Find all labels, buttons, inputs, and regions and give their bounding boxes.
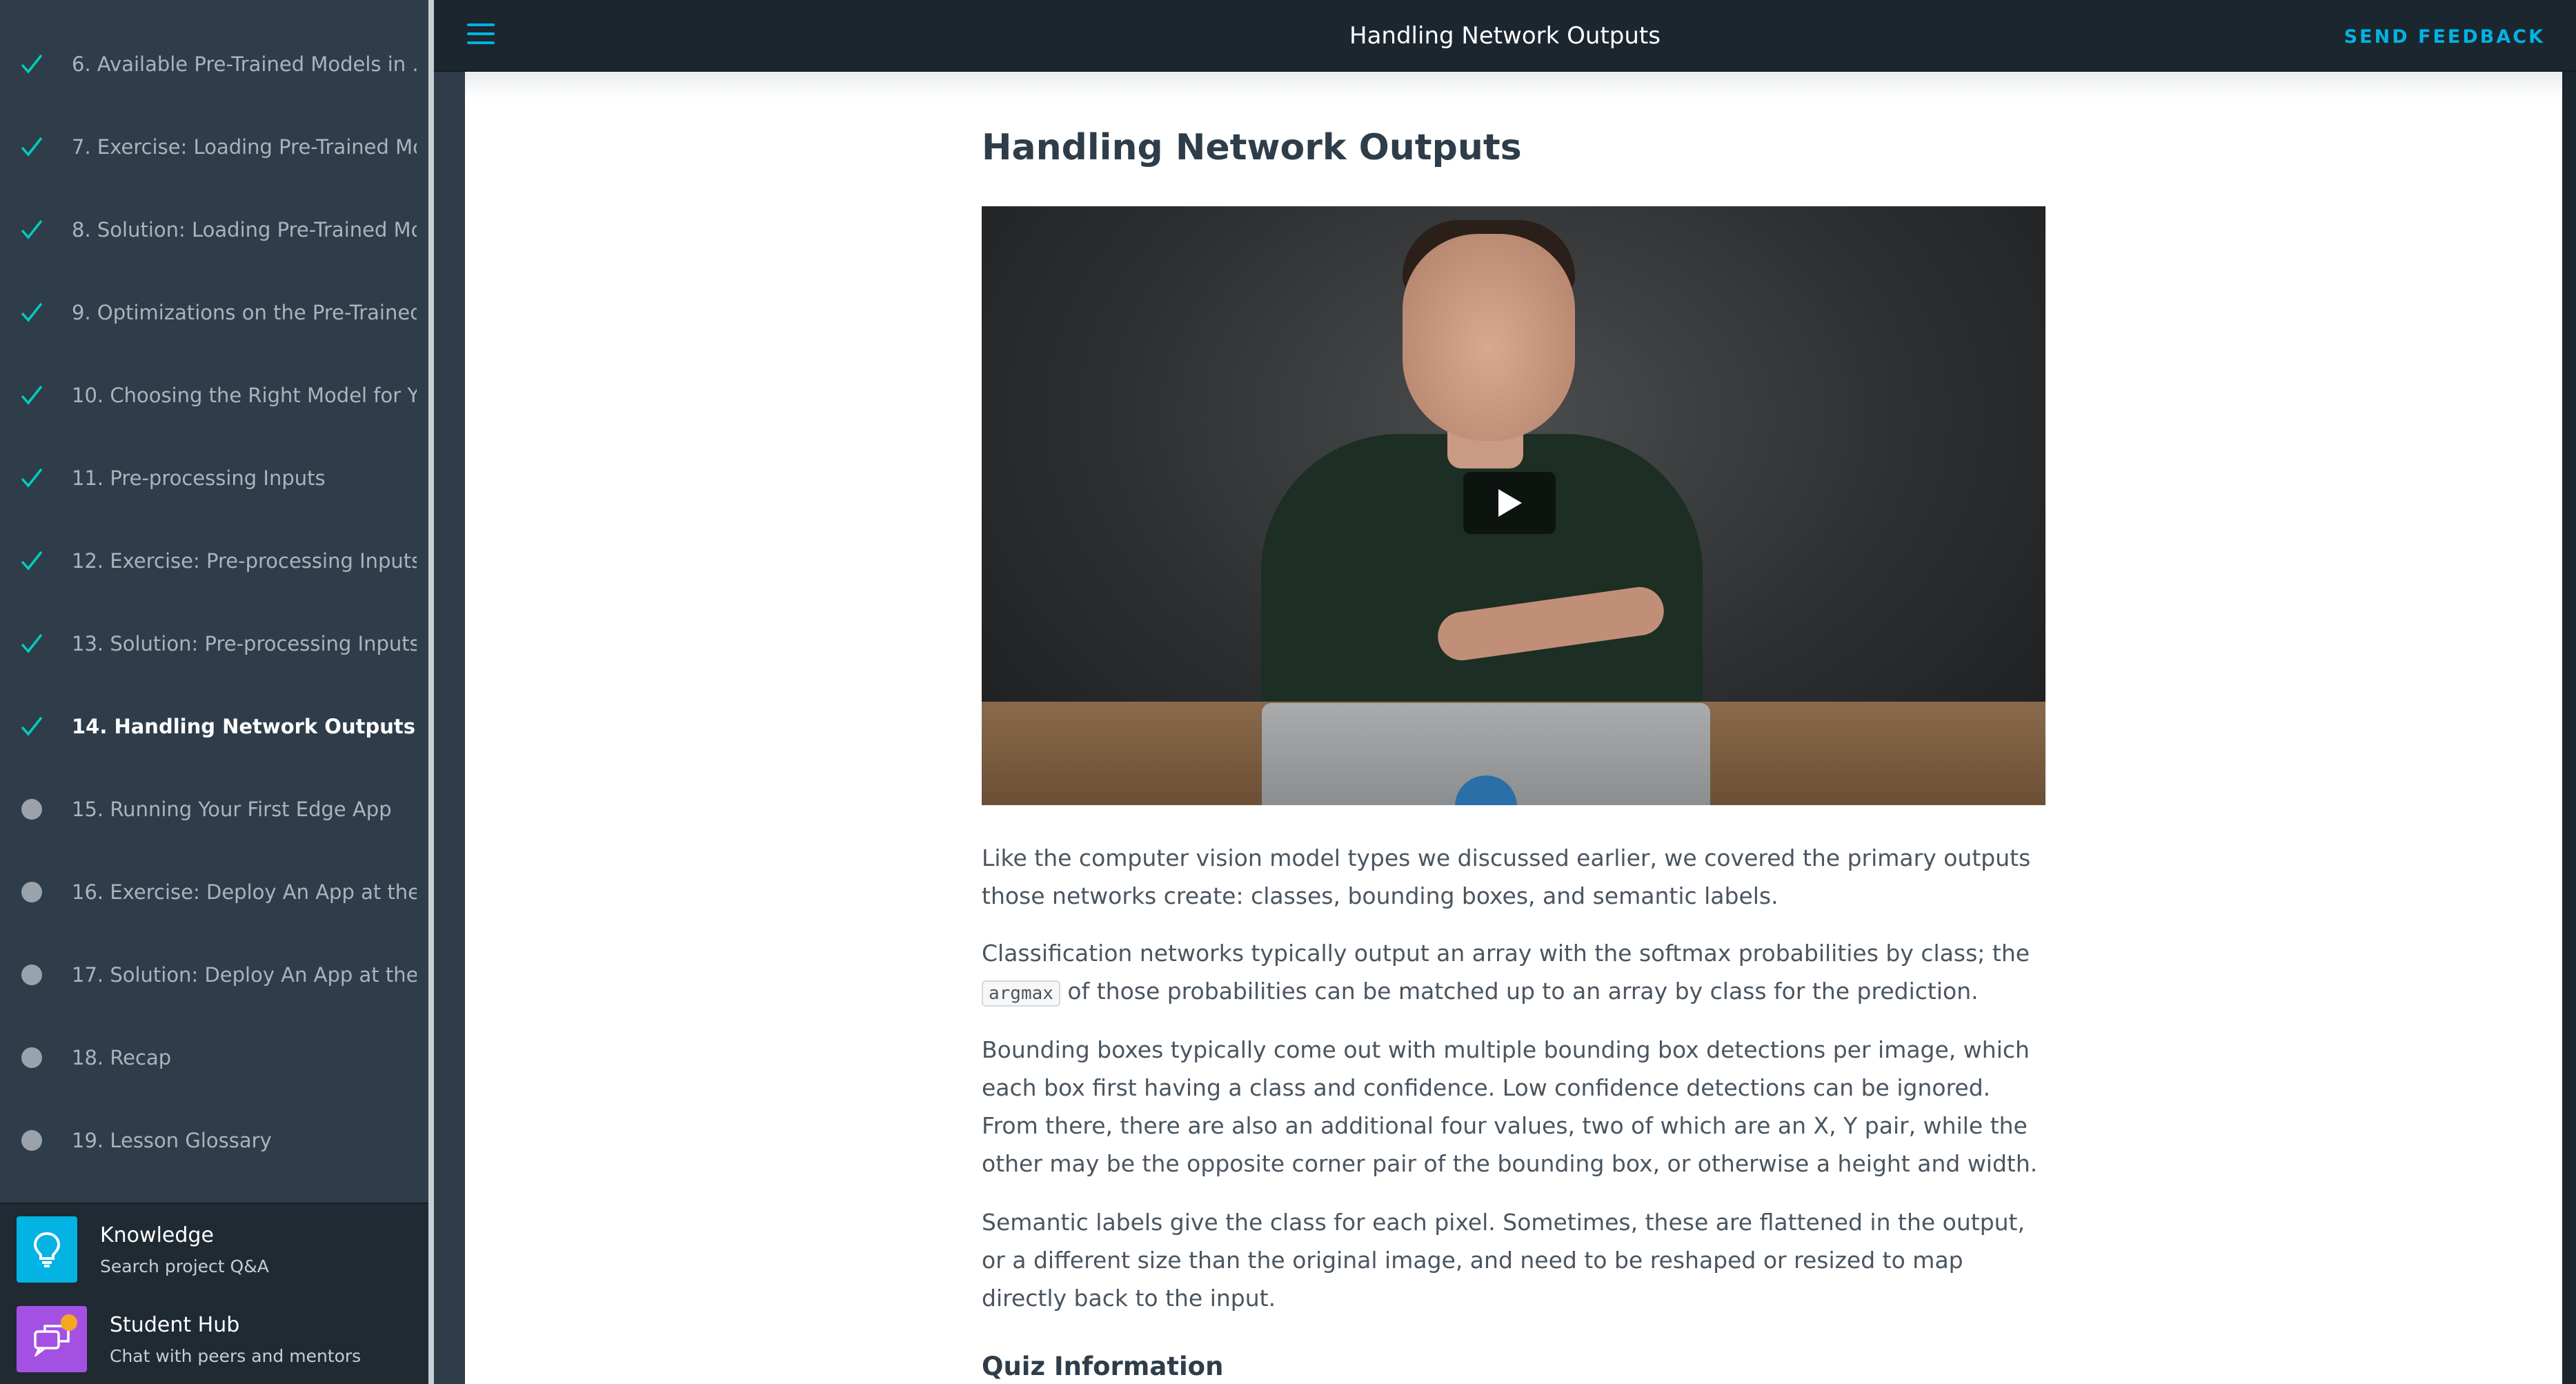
argmax-code: argmax — [982, 980, 1060, 1007]
lesson-item[interactable]: 7. Exercise: Loading Pre-Trained Mo... — [0, 106, 428, 188]
sidebar-scrollbar[interactable] — [428, 0, 434, 1384]
knowledge-title: Knowledge — [100, 1223, 214, 1247]
quiz-information-heading: Quiz Information — [982, 1352, 1224, 1381]
paragraph-classification: Classification networks typically output… — [982, 934, 2045, 1013]
incomplete-dot-icon — [18, 1044, 46, 1071]
checkmark-icon — [18, 713, 46, 740]
lesson-item-label: 18. Recap — [72, 1046, 172, 1069]
incomplete-dot-icon — [18, 795, 46, 823]
sidebar-gutter — [434, 0, 465, 1384]
lesson-item-label: 15. Running Your First Edge App — [72, 798, 392, 821]
checkmark-icon — [18, 547, 46, 575]
lesson-item-label: 19. Lesson Glossary — [72, 1129, 272, 1152]
lesson-item[interactable]: 8. Solution: Loading Pre-Trained Mo... — [0, 188, 428, 271]
lesson-item[interactable]: 9. Optimizations on the Pre-Trained... — [0, 271, 428, 354]
paragraph-bounding-boxes: Bounding boxes typically come out with m… — [982, 1036, 2038, 1177]
page-title: Handling Network Outputs — [982, 127, 1522, 168]
paragraph-classification-text-1: Classification networks typically output… — [982, 940, 2030, 967]
laptop — [1262, 703, 1710, 805]
send-feedback-button[interactable]: SEND FEEDBACK — [2344, 26, 2545, 48]
checkmark-icon — [18, 630, 46, 658]
checkmark-icon — [18, 382, 46, 409]
header-shadow — [465, 72, 2562, 99]
incomplete-dot-icon — [18, 1127, 46, 1154]
lesson-item[interactable]: 10. Choosing the Right Model for Y... — [0, 354, 428, 437]
notification-dot — [61, 1314, 77, 1331]
top-bar: Handling Network Outputs SEND FEEDBACK — [434, 0, 2576, 72]
paragraph-classification-text-2: of those probabilities can be matched up… — [1060, 978, 1979, 1005]
checkmark-icon — [18, 464, 46, 492]
play-button[interactable] — [1463, 472, 1556, 534]
checkmark-icon — [18, 133, 46, 161]
play-icon — [1498, 489, 1522, 517]
lightbulb-icon — [17, 1216, 77, 1283]
chat-bubbles-icon — [17, 1306, 87, 1372]
lesson-item[interactable]: 14. Handling Network Outputs — [0, 685, 428, 768]
hub-title: Student Hub — [110, 1313, 240, 1337]
incomplete-dot-icon — [18, 878, 46, 906]
lesson-item-label: 11. Pre-processing Inputs — [72, 466, 326, 490]
lesson-item[interactable]: 17. Solution: Deploy An App at the ... — [0, 933, 428, 1016]
lesson-item-label: 16. Exercise: Deploy An App at the ... — [72, 880, 417, 904]
lesson-item[interactable]: 13. Solution: Pre-processing Inputs — [0, 602, 428, 685]
lesson-item-label: 10. Choosing the Right Model for Y... — [72, 384, 417, 407]
incomplete-dot-icon — [18, 961, 46, 989]
knowledge-link[interactable]: Knowledge Search project Q&A — [17, 1216, 417, 1289]
lesson-item[interactable]: 16. Exercise: Deploy An App at the ... — [0, 851, 428, 933]
lesson-item[interactable]: 15. Running Your First Edge App — [0, 768, 428, 851]
lesson-item-label: 9. Optimizations on the Pre-Trained... — [72, 301, 417, 324]
lesson-item-label: 12. Exercise: Pre-processing Inputs — [72, 549, 417, 573]
main-content: Handling Network Outputs Like the comput… — [465, 72, 2562, 1384]
checkmark-icon — [18, 299, 46, 326]
paragraph-outputs: Like the computer vision model types we … — [982, 844, 2031, 909]
paragraph-semantic-labels: Semantic labels give the class for each … — [982, 1209, 2025, 1312]
presenter-head — [1403, 234, 1575, 441]
lesson-item-label: 7. Exercise: Loading Pre-Trained Mo... — [72, 135, 417, 159]
lesson-item[interactable]: 18. Recap — [0, 1016, 428, 1099]
lesson-item[interactable]: 12. Exercise: Pre-processing Inputs — [0, 520, 428, 602]
lesson-item-label: 6. Available Pre-Trained Models in ... — [72, 52, 417, 76]
sidebar-footer: Knowledge Search project Q&A Student Hub… — [0, 1203, 428, 1384]
video-player[interactable] — [982, 206, 2045, 805]
knowledge-subtitle: Search project Q&A — [100, 1256, 269, 1276]
lesson-item-label: 13. Solution: Pre-processing Inputs — [72, 632, 417, 655]
student-hub-link[interactable]: Student Hub Chat with peers and mentors — [17, 1306, 417, 1378]
lesson-item[interactable]: 11. Pre-processing Inputs — [0, 437, 428, 520]
lesson-item-label: 14. Handling Network Outputs — [72, 715, 415, 738]
lesson-sidebar: 6. Available Pre-Trained Models in ... 7.… — [0, 0, 428, 1384]
checkmark-icon — [18, 50, 46, 78]
lesson-item-label: 17. Solution: Deploy An App at the ... — [72, 963, 417, 987]
hub-subtitle: Chat with peers and mentors — [110, 1346, 361, 1366]
topbar-title: Handling Network Outputs — [1349, 22, 1661, 50]
lesson-item[interactable]: 19. Lesson Glossary — [0, 1099, 428, 1182]
checkmark-icon — [18, 216, 46, 244]
lesson-item[interactable]: 6. Available Pre-Trained Models in ... — [0, 23, 428, 106]
right-edge — [2562, 72, 2576, 1384]
lesson-item-label: 8. Solution: Loading Pre-Trained Mo... — [72, 218, 417, 241]
laptop-logo — [1455, 775, 1517, 805]
